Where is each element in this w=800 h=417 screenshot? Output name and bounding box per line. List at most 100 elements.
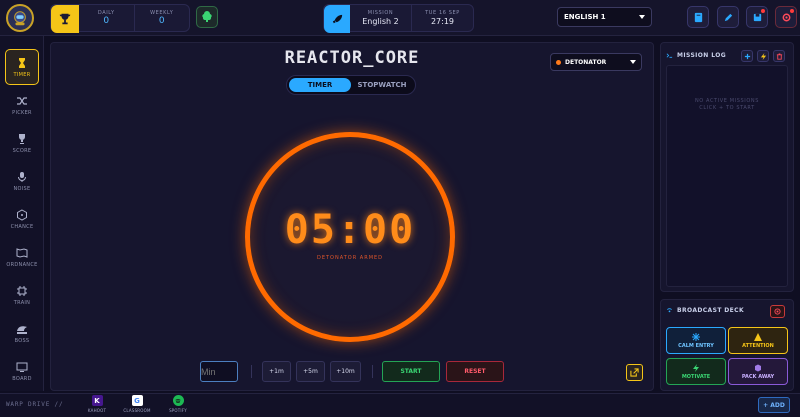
- sidebar-item-label: ORDNANCE: [6, 261, 38, 268]
- empty-line: NO ACTIVE MISSIONS: [694, 98, 760, 104]
- divider: [372, 365, 373, 378]
- tab-timer[interactable]: TIMER: [289, 78, 351, 92]
- pencil-icon: [724, 13, 732, 21]
- minutes-input[interactable]: [200, 361, 238, 382]
- notebook-icon: [694, 12, 702, 22]
- kahoot-icon: K: [91, 395, 103, 406]
- weekly-value: 0: [158, 15, 165, 26]
- save-icon: [753, 13, 761, 21]
- astronaut-icon: [14, 11, 26, 26]
- dice-icon: [17, 208, 27, 221]
- daily-score: DAILY 0: [79, 5, 134, 31]
- dock-app-label: CLASSROOM: [123, 408, 151, 413]
- calm-entry-label: CALM ENTRY: [678, 342, 714, 349]
- trophy-icon: [19, 133, 25, 144]
- brain-icon: [202, 11, 212, 22]
- class-select-value: ENGLISH 1: [564, 13, 606, 21]
- sidebar-item-label: TRAIN: [13, 299, 31, 306]
- mission-info: MISSION English 2: [350, 5, 411, 31]
- google-icon: G: [131, 395, 143, 406]
- sidebar-item-label: SCORE: [12, 147, 32, 154]
- sidebar-item-label: TIMER: [13, 71, 31, 78]
- snowflake-icon: [692, 332, 700, 341]
- add-10-minutes-button[interactable]: +10m: [330, 361, 361, 382]
- shuffle-icon: [17, 96, 27, 105]
- plus-icon: [744, 53, 750, 59]
- dock-app-label: SPOTIFY: [169, 408, 187, 413]
- broadcast-icon: [667, 308, 672, 313]
- mission-value: English 2: [362, 16, 399, 26]
- map-icon: [16, 247, 28, 258]
- add-1-minute-button[interactable]: +1m: [262, 361, 291, 382]
- clock-time: 27:19: [430, 16, 455, 26]
- calm-entry-button[interactable]: CALM ENTRY: [666, 327, 726, 354]
- dock-app-classroom[interactable]: G CLASSROOM: [123, 395, 151, 415]
- mission-log-empty: NO ACTIVE MISSIONS CLICK + TO START: [666, 98, 788, 112]
- sidebar-item-timer[interactable]: TIMER: [5, 49, 39, 85]
- mission-tools-button[interactable]: [757, 50, 769, 62]
- trophy-icon[interactable]: [51, 5, 79, 33]
- timer-status: DETONATOR ARMED: [316, 255, 384, 261]
- warning-icon: [754, 332, 762, 341]
- weekly-score: WEEKLY 0: [133, 5, 190, 31]
- attention-label: ATTENTION: [742, 342, 774, 349]
- sidebar-item-train[interactable]: TRAIN: [5, 277, 39, 313]
- sidebar-item-boss[interactable]: BOSS: [5, 315, 39, 351]
- pack-away-label: PACK AWAY: [741, 373, 775, 380]
- terminal-icon: [666, 53, 673, 58]
- boss-icon: [17, 325, 27, 334]
- microphone-icon: [18, 171, 26, 182]
- attention-button[interactable]: ATTENTION: [728, 327, 788, 354]
- start-button[interactable]: START: [382, 361, 440, 382]
- sidebar-item-label: BOARD: [12, 375, 32, 382]
- popout-button[interactable]: [626, 364, 643, 381]
- pack-away-button[interactable]: PACK AWAY: [728, 358, 788, 385]
- dock-app-spotify[interactable]: SPOTIFY: [165, 395, 191, 415]
- clear-missions-button[interactable]: [773, 50, 785, 62]
- chip-icon: [17, 285, 27, 296]
- avatar[interactable]: [6, 4, 34, 32]
- class-select[interactable]: ENGLISH 1: [557, 7, 652, 27]
- add-mission-button[interactable]: [741, 50, 753, 62]
- brain-button[interactable]: [196, 6, 218, 28]
- add-app-button[interactable]: + ADD: [758, 397, 790, 413]
- sidebar-item-noise[interactable]: NOISE: [5, 163, 39, 199]
- clock-info: TUE 16 SEP 27:19: [411, 5, 473, 31]
- save-button[interactable]: [746, 6, 768, 28]
- gear-icon: [782, 13, 790, 21]
- edit-button[interactable]: [717, 6, 739, 28]
- bottom-dock: [0, 393, 800, 417]
- broadcast-header: BROADCAST DECK: [666, 307, 744, 314]
- notification-dot: [761, 9, 765, 13]
- bomb-icon: [556, 59, 561, 65]
- broadcast-title: BROADCAST DECK: [677, 307, 745, 314]
- tab-stopwatch[interactable]: STOPWATCH: [351, 78, 413, 92]
- motivate-button[interactable]: MOTIVATE: [666, 358, 726, 385]
- chevron-down-icon: [639, 15, 645, 19]
- add-5-minutes-button[interactable]: +5m: [296, 361, 325, 382]
- sidebar-item-picker[interactable]: PICKER: [5, 87, 39, 123]
- notebook-button[interactable]: [687, 6, 709, 28]
- stop-icon: [774, 308, 781, 315]
- settings-button[interactable]: [775, 6, 797, 28]
- notification-dot: [790, 9, 794, 13]
- mission-log-title: MISSION LOG: [677, 52, 727, 59]
- bolt-icon: [693, 363, 699, 372]
- broadcast-stop-button[interactable]: [770, 305, 785, 318]
- mode-select[interactable]: DETONATOR: [550, 53, 642, 71]
- sidebar-item-chance[interactable]: CHANCE: [5, 201, 39, 237]
- monitor-icon: [16, 362, 28, 372]
- timer-display[interactable]: 05:00: [245, 207, 455, 253]
- sidebar-item-ordnance[interactable]: ORDNANCE: [5, 239, 39, 275]
- reset-button[interactable]: RESET: [446, 361, 504, 382]
- sidebar-item-label: BOSS: [14, 337, 30, 344]
- rocket-icon[interactable]: [324, 5, 350, 33]
- empty-line: CLICK + TO START: [699, 105, 755, 111]
- sidebar-item-score[interactable]: SCORE: [5, 125, 39, 161]
- sidebar-item-board[interactable]: BOARD: [5, 353, 39, 389]
- dock-app-kahoot[interactable]: K KAHOOT: [84, 395, 110, 415]
- daily-value: 0: [103, 15, 110, 26]
- motivate-label: MOTIVATE: [681, 373, 711, 380]
- divider: [251, 365, 252, 378]
- sidebar: TIMER PICKER SCORE NOISE CHANCE ORDNANCE…: [0, 36, 44, 391]
